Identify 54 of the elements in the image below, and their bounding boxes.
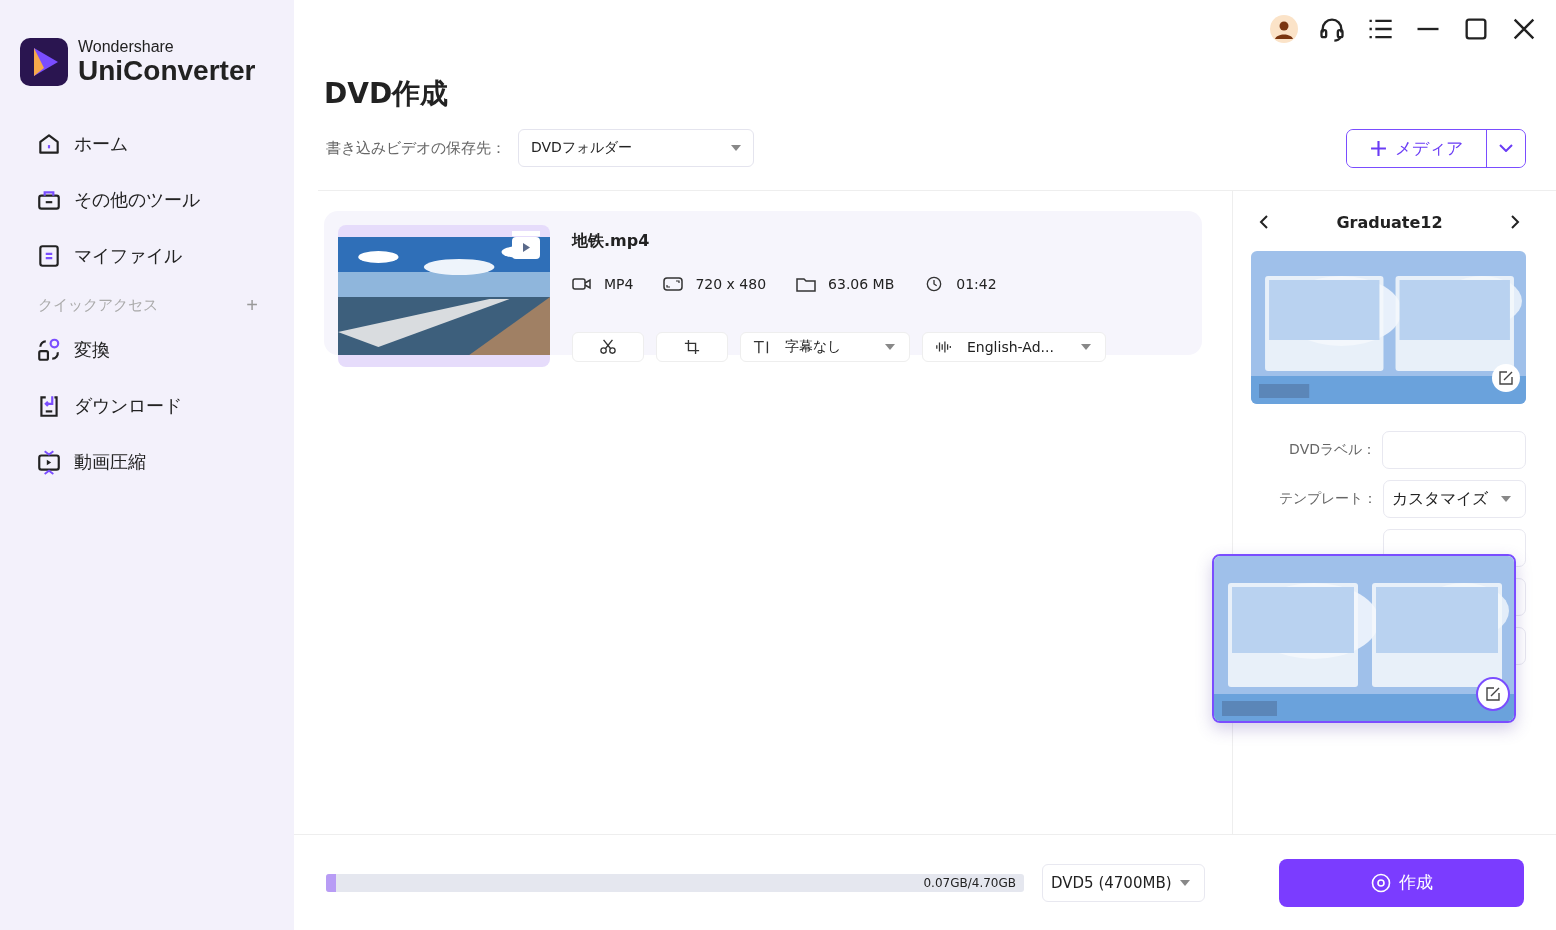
field-label: テンプレート： [1278, 490, 1379, 508]
video-camera-icon [572, 276, 592, 292]
home-icon [36, 131, 62, 157]
capacity-text: 0.07GB/4.70GB [923, 875, 1017, 890]
avatar-icon[interactable] [1270, 15, 1298, 43]
field-label: 書き込みビデオの保存先： [326, 138, 506, 158]
chevron-down-icon [1499, 144, 1513, 152]
nav-item[interactable]: ホーム [0, 116, 294, 172]
template-name: Graduate12 [1336, 212, 1443, 232]
waveform-icon [935, 339, 953, 355]
caret-icon [731, 145, 741, 151]
disc-type-dropdown[interactable]: DVD5 (4700MB) [1042, 863, 1205, 902]
section-label: クイックアクセス [38, 295, 158, 315]
disc-icon [1370, 872, 1391, 893]
format-text: MP4 [604, 276, 634, 292]
file-size-text: 63.06 MB [828, 276, 895, 292]
page-title: DVD作成 [324, 76, 450, 112]
subtitle-dropdown[interactable]: 字幕なし [740, 332, 910, 362]
nav-item[interactable]: マイファイル [0, 228, 294, 284]
previous-icon[interactable] [1259, 214, 1269, 230]
text-icon [753, 339, 771, 355]
trim-button[interactable] [572, 332, 644, 362]
compress-icon [36, 449, 62, 475]
nav-item[interactable]: その他のツール [0, 172, 294, 228]
file-icon [36, 243, 62, 269]
crop-icon [683, 339, 701, 355]
edit-icon [1485, 686, 1501, 702]
duration-text: 01:42 [956, 276, 997, 292]
scissors-icon [599, 339, 617, 355]
screen-size-icon [663, 276, 684, 292]
next-icon[interactable] [1510, 214, 1520, 230]
caret-icon [1081, 344, 1091, 350]
template-dropdown[interactable]: カスタマイズ [1383, 480, 1526, 518]
caret-icon [1501, 496, 1511, 502]
create-button[interactable]: 作成 [1279, 858, 1524, 907]
clapperboard-icon [512, 231, 540, 259]
caret-icon [1179, 879, 1190, 886]
nav-item[interactable]: 動画圧縮 [0, 434, 294, 490]
folder-icon [796, 276, 817, 292]
save-target-dropdown[interactable]: DVDフォルダー [518, 129, 754, 167]
nav-item[interactable]: 変換 [0, 322, 294, 378]
brand-name: Wondershare [78, 38, 175, 56]
audio-dropdown[interactable]: English-Ad... [922, 332, 1106, 362]
plus-icon [1370, 139, 1387, 157]
nav-item[interactable]: ダウンロード [0, 378, 294, 434]
convert-icon [36, 337, 62, 363]
caret-icon [885, 344, 895, 350]
edit-icon [1498, 370, 1514, 386]
file-name: 地铁.mp4 [572, 231, 651, 252]
add-media-button[interactable]: メディア [1347, 129, 1487, 167]
field-label: DVDラベル： [1288, 441, 1377, 459]
logo-icon [20, 38, 68, 86]
app-name: UniConverter [78, 56, 256, 86]
resolution-text: 720 x 480 [695, 276, 767, 292]
